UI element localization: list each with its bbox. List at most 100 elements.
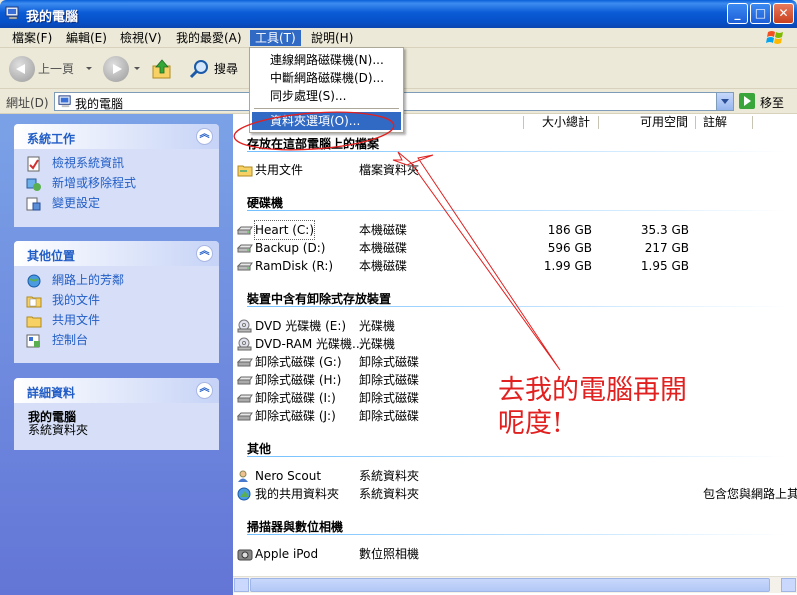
menu-file[interactable]: 檔案(F) [7, 30, 57, 46]
item-size: 1.99 GB [543, 259, 592, 273]
change-settings-link[interactable]: 變更設定 [26, 194, 209, 214]
item-name: DVD 光碟機 (E:) [255, 319, 347, 333]
list-item[interactable]: RamDisk (R:) 本機磁碟 1.99 GB 1.95 GB [237, 257, 797, 275]
list-item[interactable]: Apple iPod 數位照相機 [237, 545, 797, 563]
item-size: 186 GB [547, 223, 592, 237]
network-places-link[interactable]: 網路上的芳鄰 [26, 271, 209, 291]
search-label[interactable]: 搜尋 [214, 56, 238, 82]
menu-favorites[interactable]: 我的最愛(A) [171, 30, 247, 46]
add-remove-programs-link[interactable]: 新增或移除程式 [26, 174, 209, 194]
item-name: Backup (D:) [255, 241, 326, 255]
list-item[interactable]: DVD-RAM 光碟機... 光碟機 [237, 335, 797, 353]
address-label: 網址(D) [6, 96, 49, 110]
menu-synchronize[interactable]: 同步處理(S)... [252, 87, 401, 105]
shared-folder-icon [237, 487, 251, 501]
column-free[interactable]: 可用空間 [640, 114, 688, 131]
settings-icon [26, 197, 41, 211]
file-list-view[interactable]: 大小總計 可用空間 註解 存放在這部電腦上的檔案 共用文件 檔案資料夾 硬碟機 … [233, 114, 797, 595]
maximize-button[interactable]: □ [750, 3, 771, 24]
list-item[interactable]: Heart (C:) 本機磁碟 186 GB 35.3 GB [237, 220, 797, 240]
collapse-chevron-icon[interactable]: ︽ [196, 382, 213, 399]
panel-title: 系統工作 [27, 132, 76, 146]
item-name: 卸除式磁碟 (H:) [255, 373, 342, 387]
minimize-button[interactable]: _ [727, 3, 748, 24]
details-header[interactable]: 詳細資料 ︽ [14, 378, 219, 403]
item-type: 卸除式磁碟 [359, 373, 420, 387]
camera-icon [237, 549, 253, 561]
other-places-header[interactable]: 其他位置 ︽ [14, 241, 219, 266]
go-button[interactable]: 移至 [760, 94, 784, 111]
up-folder-icon[interactable] [150, 57, 174, 81]
back-label[interactable]: 上一頁 [38, 56, 74, 82]
list-item[interactable]: Backup (D:) 本機磁碟 596 GB 217 GB [237, 239, 797, 257]
place-label: 共用文件 [52, 313, 101, 327]
system-tasks-header[interactable]: 系統工作 ︽ [14, 124, 219, 149]
title-bar[interactable]: 我的電腦 _ □ ✕ [0, 0, 797, 28]
close-button[interactable]: ✕ [773, 3, 794, 24]
item-free: 35.3 GB [640, 223, 689, 237]
scroll-right-icon[interactable] [781, 578, 796, 592]
menu-disconnect-network-drive[interactable]: 中斷網路磁碟機(D)... [252, 69, 401, 87]
panel-title: 詳細資料 [27, 386, 76, 400]
scroll-thumb[interactable] [250, 578, 770, 592]
menu-tools[interactable]: 工具(T) [250, 30, 301, 46]
scroll-left-icon[interactable] [234, 578, 249, 592]
item-type: 系統資料夾 [359, 469, 420, 483]
menu-view[interactable]: 檢視(V) [115, 30, 167, 46]
back-button[interactable] [9, 56, 35, 82]
search-icon[interactable] [188, 57, 212, 81]
hard-drive-icon [237, 244, 253, 253]
task-label: 檢視系統資訊 [52, 156, 125, 170]
place-label: 控制台 [52, 333, 89, 347]
item-name: Apple iPod [255, 547, 319, 561]
details-panel: 詳細資料 ︽ 我的電腦 系統資料夾 [14, 378, 219, 450]
item-name: RamDisk (R:) [255, 259, 334, 273]
window-title: 我的電腦 [26, 10, 79, 25]
forward-button[interactable] [103, 56, 129, 82]
go-arrow-icon[interactable] [739, 93, 755, 109]
column-size[interactable]: 大小總計 [542, 114, 590, 131]
collapse-chevron-icon[interactable]: ︽ [196, 128, 213, 145]
horizontal-scrollbar[interactable] [233, 576, 797, 593]
list-item[interactable]: 卸除式磁碟 (G:) 卸除式磁碟 [237, 353, 797, 371]
menu-edit[interactable]: 編輯(E) [61, 30, 112, 46]
shared-documents-link[interactable]: 共用文件 [26, 311, 209, 331]
list-item[interactable]: DVD 光碟機 (E:) 光碟機 [237, 317, 797, 335]
my-computer-icon [58, 95, 71, 108]
forward-dropdown-icon[interactable] [134, 67, 140, 70]
hard-drive-icon [237, 262, 253, 271]
section-hard-disks: 硬碟機 [247, 196, 284, 210]
removable-disk-icon [237, 376, 253, 385]
section-scanners-cameras: 掃描器與數位相機 [247, 520, 344, 534]
back-dropdown-icon[interactable] [86, 67, 92, 70]
item-free: 1.95 GB [640, 259, 689, 273]
task-pane: 系統工作 ︽ 檢視系統資訊 新增或移除程式 變更設定 其他位置 ︽ 網路上的芳鄰… [0, 114, 233, 595]
annotation-line-2: 呢度! [498, 408, 563, 439]
view-system-info-link[interactable]: 檢視系統資訊 [26, 154, 209, 174]
folder-icon [26, 316, 42, 328]
address-value: 我的電腦 [75, 97, 124, 111]
menu-map-network-drive[interactable]: 連線網路磁碟機(N)... [252, 51, 401, 69]
menu-folder-options[interactable]: 資料夾選項(O)... [252, 112, 401, 130]
control-panel-icon [26, 334, 40, 348]
list-item[interactable]: 共用文件 檔案資料夾 [237, 161, 797, 179]
item-type: 卸除式磁碟 [359, 391, 420, 405]
column-comment[interactable]: 註解 [703, 114, 727, 131]
item-type: 光碟機 [359, 337, 396, 351]
system-info-icon [27, 156, 40, 172]
annotation-line-1: 去我的電腦再開 [498, 375, 687, 406]
address-dropdown-icon[interactable] [716, 93, 733, 110]
collapse-chevron-icon[interactable]: ︽ [196, 245, 213, 262]
list-item[interactable]: 我的共用資料夾 系統資料夾 包含您與網路上其 [237, 485, 797, 503]
item-type: 卸除式磁碟 [359, 409, 420, 423]
menu-bar: 檔案(F) 編輯(E) 檢視(V) 我的最愛(A) 工具(T) 說明(H) [0, 28, 797, 48]
my-computer-icon [5, 6, 19, 20]
details-type: 系統資料夾 [28, 423, 89, 437]
item-name: 卸除式磁碟 (J:) [255, 409, 336, 423]
control-panel-link[interactable]: 控制台 [26, 331, 209, 351]
list-item[interactable]: Nero Scout 系統資料夾 [237, 467, 797, 485]
windows-logo-icon [766, 31, 783, 44]
my-documents-link[interactable]: 我的文件 [26, 291, 209, 311]
removable-disk-icon [237, 394, 253, 403]
menu-help[interactable]: 說明(H) [306, 30, 358, 46]
